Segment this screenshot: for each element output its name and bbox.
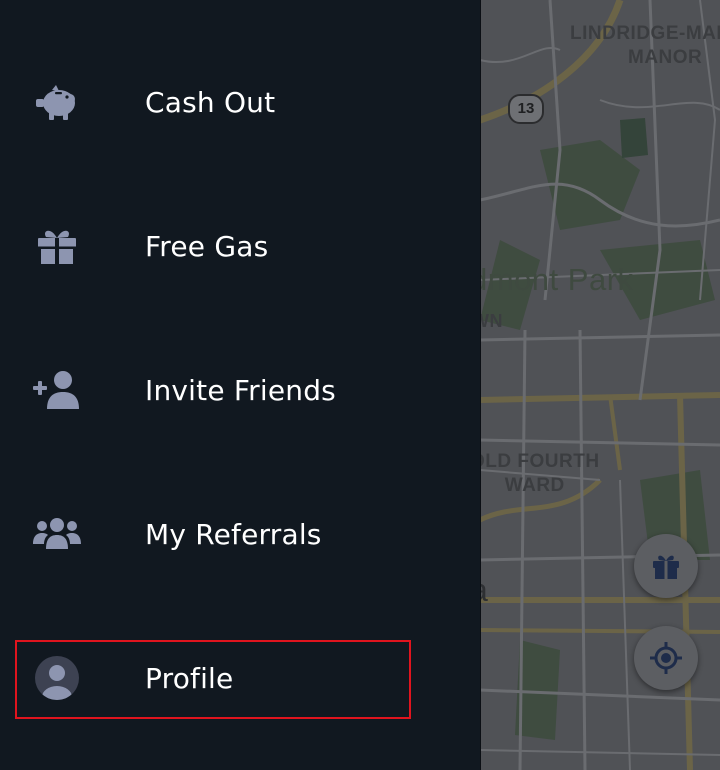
menu-item-cash-out[interactable]: Cash Out [0, 62, 480, 142]
map-label-lindridge-line1: LINDRIDGE-MAR [570, 23, 720, 44]
map-label-old-fourth-line2: WARD [504, 475, 565, 496]
route-shield: 13 [508, 94, 544, 124]
menu-item-my-referrals[interactable]: My Referrals [0, 494, 480, 574]
menu-item-profile[interactable]: Profile [0, 638, 480, 718]
map-label-piedmont-park: dmont Park [470, 262, 634, 297]
menu-item-free-gas[interactable]: Free Gas [0, 206, 480, 286]
map-label-lindridge-line2: MANOR [628, 47, 703, 68]
user-circle-icon [32, 653, 82, 703]
map-label-old-fourth-line1: OLD FOURTH [470, 451, 600, 472]
menu-item-profile-label: Profile [145, 661, 234, 695]
free-gas-fab-button[interactable] [634, 534, 698, 598]
crosshair-icon [650, 642, 682, 674]
menu-item-cash-out-label: Cash Out [145, 85, 276, 119]
navigation-drawer: Cash Out Free Gas Invite Friends My Refe… [0, 0, 481, 770]
gift-icon [653, 555, 679, 579]
add-user-icon [32, 365, 82, 415]
gift-icon [32, 221, 82, 271]
users-group-icon [32, 509, 82, 559]
map-label-lindridge: LINDRIDGE-MAR MANOR [570, 22, 720, 70]
my-location-fab-button[interactable] [634, 626, 698, 690]
piggy-bank-icon [32, 77, 82, 127]
menu-item-invite-friends-label: Invite Friends [145, 373, 336, 407]
map-label-old-fourth-ward: OLD FOURTH WARD [470, 450, 600, 498]
menu-item-invite-friends[interactable]: Invite Friends [0, 350, 480, 430]
menu-item-free-gas-label: Free Gas [145, 229, 269, 263]
menu-item-my-referrals-label: My Referrals [145, 517, 322, 551]
